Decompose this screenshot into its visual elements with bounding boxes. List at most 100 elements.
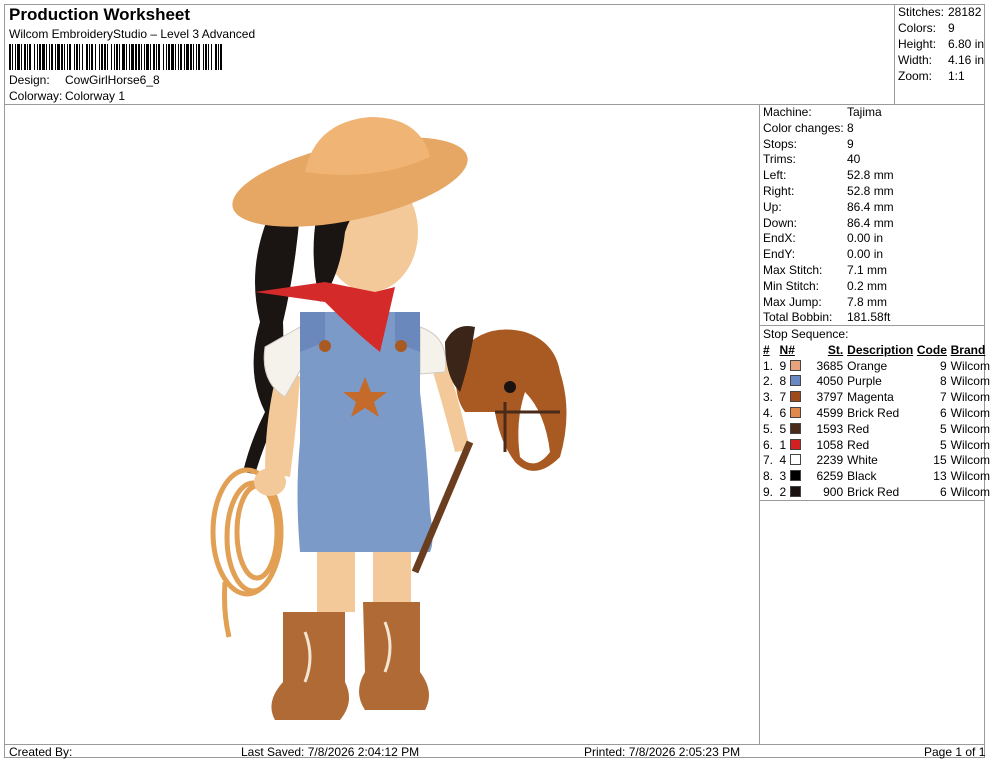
row-num: 4. <box>763 406 774 421</box>
row-code: 13 <box>933 469 947 484</box>
table-row: 4. 6 4599 Brick Red 6 Wilcom <box>761 405 990 421</box>
row-brand: Wilcom <box>950 469 990 484</box>
row-stitches: 1058 <box>816 437 844 452</box>
row-num: 1. <box>763 358 774 373</box>
row-code: 8 <box>939 374 947 389</box>
info-label: Min Stitch: <box>763 278 820 293</box>
row-stitches: 3797 <box>816 390 844 405</box>
info-label: Max Stitch: <box>763 263 823 277</box>
col-n: N# <box>779 342 795 357</box>
info-label: Stops: <box>763 136 798 151</box>
colorway-label: Colorway: <box>9 89 63 103</box>
barcode <box>9 44 222 70</box>
info-value: 86.4 mm <box>847 199 894 214</box>
table-row: 8. 3 6259 Black 13 Wilcom <box>761 468 990 484</box>
info-value: 8 <box>847 120 854 135</box>
page-number: Page 1 of 1 <box>924 745 986 759</box>
row-stitches: 4050 <box>816 374 844 389</box>
color-swatch <box>789 438 801 450</box>
stat-width: Width: 4.16 in <box>898 53 985 67</box>
colorway-value: Colorway 1 <box>65 89 126 103</box>
row-n: 6 <box>780 405 817 421</box>
row-description: Red <box>847 437 870 452</box>
table-bottom-divider <box>759 500 985 501</box>
color-swatch <box>789 375 801 387</box>
header-divider <box>4 104 985 105</box>
software-subtitle: Wilcom EmbroideryStudio – Level 3 Advanc… <box>9 27 256 41</box>
info-value: 52.8 mm <box>847 168 894 183</box>
info-value: 40 <box>847 152 861 167</box>
row-stitches: 2239 <box>816 453 844 468</box>
stat-height: Height: 6.80 in <box>898 37 985 51</box>
row-description: Purple <box>847 374 882 389</box>
sidebar-divider <box>759 104 760 744</box>
info-value: 9 <box>847 136 854 151</box>
row-code: 15 <box>933 453 947 468</box>
info-value: 0.00 in <box>847 247 884 262</box>
left-hand <box>254 468 286 496</box>
col-num: # <box>763 342 770 357</box>
info-value: Tajima <box>847 105 882 119</box>
row-brand: Wilcom <box>950 453 990 468</box>
info-label: Trims: <box>763 152 796 167</box>
table-row: 1. 9 3685 Orange 9 Wilcom <box>761 358 990 374</box>
info-label: EndX: <box>763 231 796 246</box>
color-swatch <box>789 486 801 498</box>
last-saved: Last Saved: 7/8/2026 2:04:12 PM <box>241 745 420 759</box>
table-row: 5. 5 1593 Red 5 Wilcom <box>761 421 990 437</box>
info-label: Max Jump: <box>763 294 822 309</box>
row-n: 3 <box>780 468 817 484</box>
row-brand: Wilcom <box>950 358 990 373</box>
row-n: 8 <box>780 374 817 390</box>
row-code: 7 <box>939 390 947 405</box>
row-description: Black <box>847 469 877 484</box>
info-value: 181.58ft <box>847 310 891 325</box>
color-swatch <box>789 359 801 371</box>
table-row: 2. 8 4050 Purple 8 Wilcom <box>761 374 990 390</box>
design-value: CowGirlHorse6_8 <box>65 73 160 87</box>
row-num: 8. <box>763 469 774 484</box>
embroidery-design-preview <box>210 117 567 720</box>
row-num: 3. <box>763 390 774 405</box>
row-description: Magenta <box>847 390 894 405</box>
row-brand: Wilcom <box>950 437 990 452</box>
row-code: 5 <box>939 437 947 452</box>
row-stitches: 3685 <box>816 358 844 373</box>
stop-sequence-title: Stop Sequence: <box>763 327 849 341</box>
table-row: 7. 4 2239 White 15 Wilcom <box>761 453 990 469</box>
col-st: St. <box>827 342 844 357</box>
row-description: Orange <box>847 358 888 373</box>
color-swatch <box>789 454 801 466</box>
page-title: Production Worksheet <box>9 5 191 24</box>
row-n: 1 <box>780 437 817 453</box>
horse-head <box>456 329 567 471</box>
created-by: Created By: <box>9 745 73 759</box>
stat-stitches: Stitches: 28182 <box>898 5 982 19</box>
row-code: 5 <box>939 421 947 436</box>
row-n: 4 <box>780 453 817 469</box>
table-header-row: # N# St. Description Code Brand <box>761 342 990 358</box>
info-value: 86.4 mm <box>847 215 894 230</box>
row-brand: Wilcom <box>950 406 990 421</box>
info-value: 0.00 in <box>847 231 884 246</box>
col-description: Description <box>847 342 914 357</box>
row-num: 6. <box>763 437 774 452</box>
row-code: 9 <box>939 358 947 373</box>
col-brand: Brand <box>950 342 986 357</box>
row-n: 5 <box>780 421 817 437</box>
design-label: Design: <box>9 73 50 87</box>
info-label: Total Bobbin: <box>763 310 833 325</box>
row-n: 9 <box>780 358 817 374</box>
row-description: Brick Red <box>847 485 900 500</box>
row-description: Red <box>847 421 870 436</box>
row-brand: Wilcom <box>950 485 990 500</box>
row-code: 6 <box>939 406 947 421</box>
col-code: Code <box>916 342 947 357</box>
info-label: Right: <box>763 184 795 198</box>
info-label: Down: <box>763 215 798 230</box>
right-boot <box>359 602 429 710</box>
info-value: 7.8 mm <box>847 294 888 309</box>
table-row: 3. 7 3797 Magenta 7 Wilcom <box>761 389 990 405</box>
row-stitches: 900 <box>823 485 844 500</box>
right-sleeve <box>419 326 447 375</box>
